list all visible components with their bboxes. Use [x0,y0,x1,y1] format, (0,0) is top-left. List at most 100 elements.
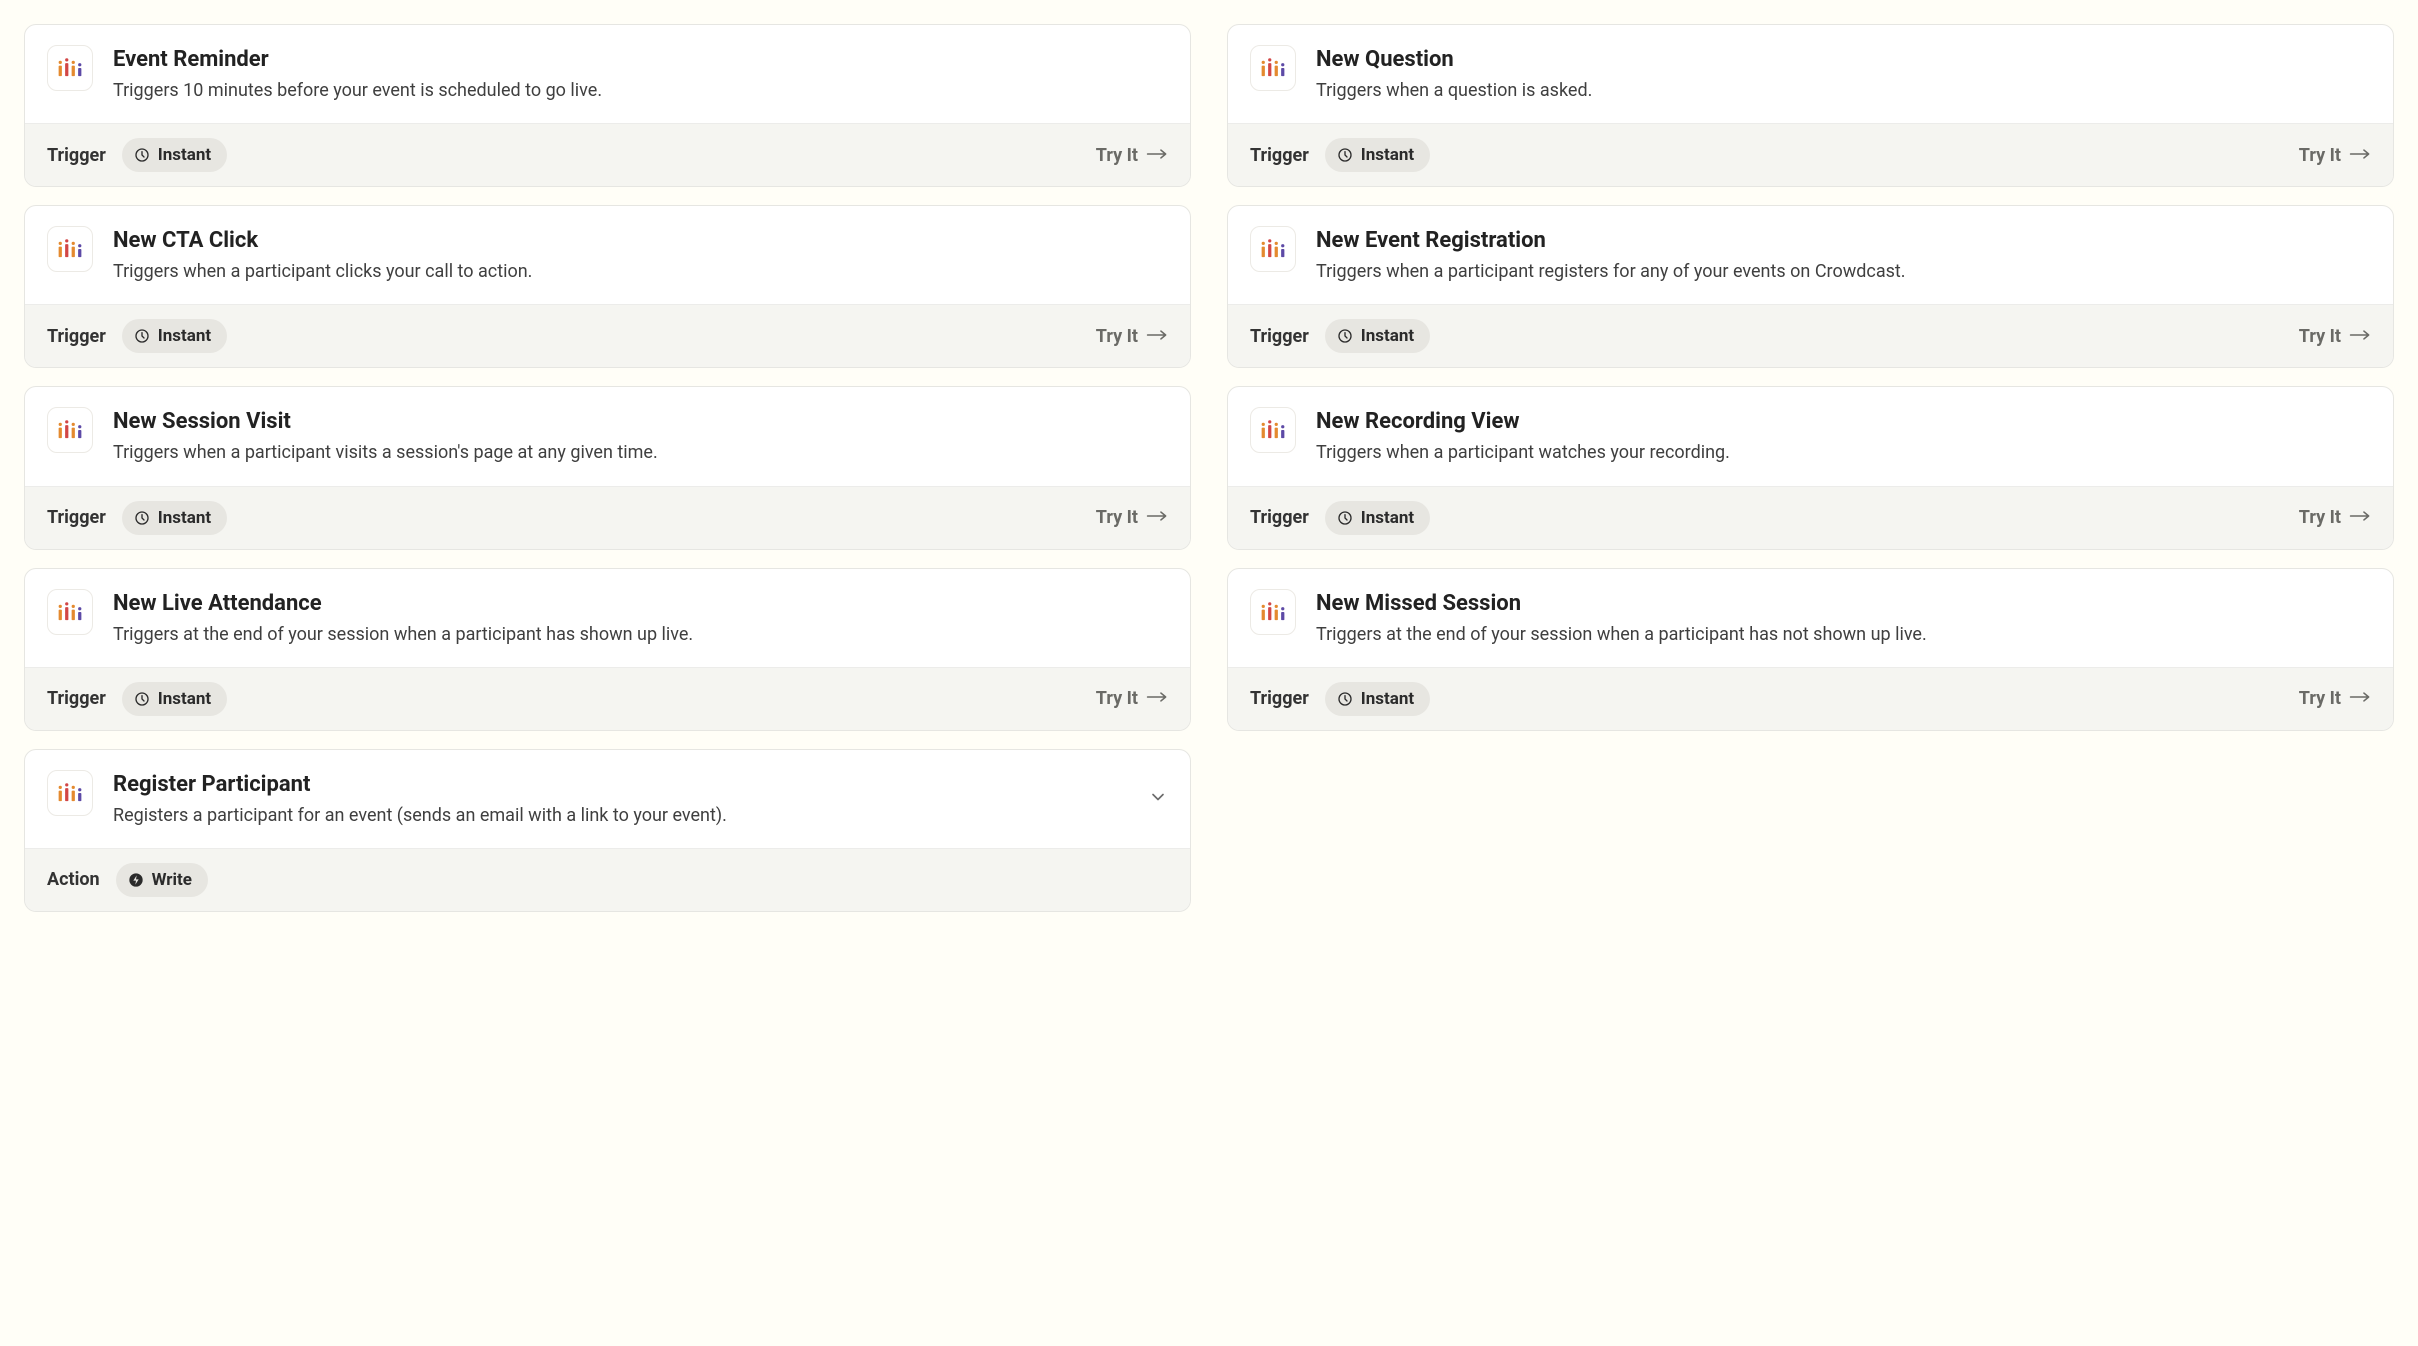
write-pill: Write [116,863,208,897]
app-icon [1250,589,1296,635]
card-description: Triggers when a participant registers fo… [1316,259,2371,284]
instant-pill: Instant [1325,682,1430,716]
card-title: Register Participant [113,772,1120,797]
integration-card: New Recording View Triggers when a partic… [1227,386,2394,549]
card-description: Triggers at the end of your session when… [113,622,1168,647]
card-description: Triggers when a question is asked. [1316,78,2371,103]
kind-label: Trigger [47,688,106,709]
left-column: Event ReminderTriggers 10 minutes before… [24,24,1191,912]
pill-label: Instant [158,508,211,528]
try-it-button[interactable]: Try It [1096,326,1168,347]
card-footer: Trigger Instant Try It [1228,486,2393,549]
crowdcast-icon [1260,58,1286,78]
footer-left: Trigger Instant [47,319,227,353]
footer-left: Trigger Instant [1250,319,1430,353]
crowdcast-icon [1260,239,1286,259]
arrow-right-icon [1146,690,1168,704]
try-it-button[interactable]: Try It [2299,145,2371,166]
try-it-button[interactable]: Try It [1096,688,1168,709]
instant-pill: Instant [122,319,227,353]
kind-label: Trigger [47,326,106,347]
pill-label: Write [152,870,192,890]
footer-left: Action Write [47,863,208,897]
crowdcast-icon [57,239,83,259]
arrow-right-icon [2349,690,2371,704]
card-title: New Event Registration [1316,228,2371,253]
pill-label: Instant [1361,145,1414,165]
card-header: Register Participant Registers a particip… [25,750,1190,848]
card-text: New Session VisitTriggers when a partici… [113,407,1168,465]
card-text: New Question Triggers when a question is … [1316,45,2371,103]
card-description: Triggers at the end of your session when… [1316,622,2371,647]
card-title: Event Reminder [113,47,1168,72]
instant-pill: Instant [1325,138,1430,172]
try-it-button[interactable]: Try It [2299,507,2371,528]
clock-icon [1337,691,1353,707]
kind-label: Trigger [1250,507,1309,528]
integration-card: New Event Registration Triggers when a pa… [1227,205,2394,368]
card-description: Triggers when a participant visits a ses… [113,440,1168,465]
footer-left: Trigger Instant [1250,682,1430,716]
integration-card: New CTA ClickTriggers when a participant… [24,205,1191,368]
integration-card: New Live AttendanceTriggers at the end o… [24,568,1191,731]
crowdcast-icon [1260,602,1286,622]
card-header: New Event Registration Triggers when a pa… [1228,206,2393,304]
kind-label: Trigger [1250,688,1309,709]
footer-left: Trigger Instant [47,501,227,535]
clock-icon [1337,147,1353,163]
try-it-button[interactable]: Try It [1096,145,1168,166]
footer-left: Trigger Instant [1250,138,1430,172]
card-footer: Trigger Instant Try It [25,667,1190,730]
arrow-right-icon [2349,147,2371,161]
crowdcast-icon [57,602,83,622]
app-icon [47,45,93,91]
bolt-icon [128,872,144,888]
arrow-right-icon [2349,507,2371,528]
pill-label: Instant [158,145,211,165]
instant-pill: Instant [122,138,227,172]
crowdcast-icon [1260,420,1286,440]
footer-left: Trigger Instant [47,682,227,716]
card-footer: Trigger Instant Try It [25,123,1190,186]
card-title: New Question [1316,47,2371,72]
card-description: Triggers when a participant watches your… [1316,440,2371,465]
kind-label: Trigger [47,145,106,166]
clock-icon [134,691,150,707]
instant-pill: Instant [122,682,227,716]
card-header: New Session VisitTriggers when a partici… [25,387,1190,485]
card-title: New Recording View [1316,409,2371,434]
arrow-right-icon [1146,326,1168,347]
try-it-button[interactable]: Try It [1096,507,1168,528]
card-text: Event ReminderTriggers 10 minutes before… [113,45,1168,103]
try-it-button[interactable]: Try It [2299,326,2371,347]
instant-pill: Instant [1325,319,1430,353]
instant-pill: Instant [122,501,227,535]
clock-icon [134,147,150,163]
pill-label: Instant [1361,508,1414,528]
integration-card: New Question Triggers when a question is … [1227,24,2394,187]
card-footer: Trigger Instant Try It [25,486,1190,549]
arrow-right-icon [1146,688,1168,709]
integration-card: Register Participant Registers a particip… [24,749,1191,912]
try-it-label: Try It [2299,326,2341,347]
crowdcast-icon [57,783,83,803]
try-it-label: Try It [2299,688,2341,709]
try-it-button[interactable]: Try It [2299,688,2371,709]
card-footer: Trigger Instant Try It [1228,304,2393,367]
card-description: Registers a participant for an event (se… [113,803,1120,828]
page: Event ReminderTriggers 10 minutes before… [0,0,2418,936]
card-text: New Missed Session Triggers at the end of… [1316,589,2371,647]
arrow-right-icon [1146,509,1168,523]
clock-icon [134,328,150,344]
expand-toggle[interactable] [1148,787,1168,811]
clock-icon [1337,328,1353,344]
card-title: New Missed Session [1316,591,2371,616]
arrow-right-icon [1146,507,1168,528]
integration-card: New Missed Session Triggers at the end of… [1227,568,2394,731]
try-it-label: Try It [2299,145,2341,166]
clock-icon [1337,510,1353,526]
integration-card: Event ReminderTriggers 10 minutes before… [24,24,1191,187]
arrow-right-icon [1146,145,1168,166]
chevron-down-icon [1148,787,1168,807]
footer-left: Trigger Instant [47,138,227,172]
